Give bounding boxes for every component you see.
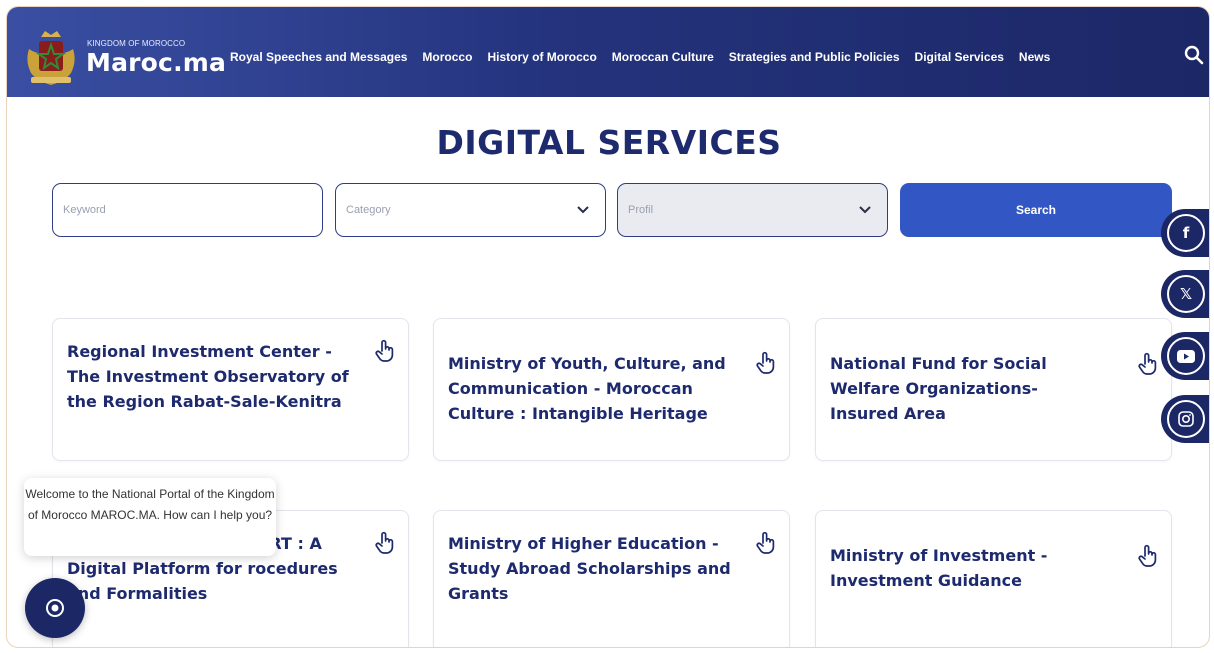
card-title: National Fund for Social Welfare Organiz… <box>830 354 1047 423</box>
youtube-button[interactable] <box>1161 332 1209 380</box>
brand-name[interactable]: Maroc.ma <box>86 48 226 77</box>
main-nav: Royal Speeches and Messages Morocco Hist… <box>230 50 1050 64</box>
coat-of-arms-logo[interactable] <box>21 27 81 89</box>
youtube-icon <box>1167 337 1205 375</box>
service-card[interactable]: Ministry of Higher Education - Study Abr… <box>433 510 790 647</box>
chat-button[interactable] <box>25 578 85 638</box>
chevron-down-icon <box>577 206 589 214</box>
nav-strategies[interactable]: Strategies and Public Policies <box>729 50 900 64</box>
pointer-hand-icon <box>1138 544 1157 567</box>
category-select[interactable]: Category <box>335 183 606 237</box>
nav-history[interactable]: History of Morocco <box>487 50 596 64</box>
instagram-button[interactable] <box>1161 395 1209 443</box>
search-button[interactable]: Search <box>900 183 1172 237</box>
instagram-glyph-icon <box>1178 411 1194 427</box>
card-title: Ministry of Youth, Culture, and Communic… <box>448 354 726 423</box>
facebook-button[interactable]: f <box>1161 209 1209 257</box>
card-title: Ministry of Higher Education - Study Abr… <box>448 534 731 603</box>
nav-culture[interactable]: Moroccan Culture <box>612 50 714 64</box>
nav-royal-speeches[interactable]: Royal Speeches and Messages <box>230 50 407 64</box>
chevron-down-icon <box>859 206 871 214</box>
service-card[interactable]: National Fund for Social Welfare Organiz… <box>815 318 1172 461</box>
instagram-icon <box>1167 400 1205 438</box>
service-card[interactable]: Ministry of Investment - Investment Guid… <box>815 510 1172 647</box>
search-icon[interactable] <box>1184 45 1204 65</box>
pointer-hand-icon <box>756 531 775 554</box>
profil-select[interactable]: Profil <box>617 183 888 237</box>
youtube-play-icon <box>1177 349 1195 363</box>
brand-tagline: KINGDOM OF MOROCCO <box>87 39 186 48</box>
chatbot-icon <box>46 599 64 617</box>
nav-morocco[interactable]: Morocco <box>422 50 472 64</box>
facebook-icon: f <box>1167 214 1205 252</box>
category-label: Category <box>346 204 391 216</box>
card-title: Regional Investment Center - The Investm… <box>67 342 349 411</box>
card-title: Ministry of Investment - Investment Guid… <box>830 546 1048 590</box>
pointer-hand-icon <box>375 339 394 362</box>
pointer-hand-icon <box>756 351 775 374</box>
keyword-input[interactable] <box>63 204 322 216</box>
nav-digital-services[interactable]: Digital Services <box>915 50 1004 64</box>
nav-news[interactable]: News <box>1019 50 1050 64</box>
page-title: DIGITAL SERVICES <box>436 123 782 162</box>
service-card[interactable]: Regional Investment Center - The Investm… <box>52 318 409 461</box>
chat-welcome-bubble: Welcome to the National Portal of the Ki… <box>24 478 276 556</box>
site-header: KINGDOM OF MOROCCO Maroc.ma Royal Speech… <box>7 7 1209 97</box>
pointer-hand-icon <box>375 531 394 554</box>
service-card[interactable]: Ministry of Youth, Culture, and Communic… <box>433 318 790 461</box>
profil-label: Profil <box>628 204 654 216</box>
x-icon: 𝕏 <box>1167 275 1205 313</box>
pointer-hand-icon <box>1138 352 1157 375</box>
x-button[interactable]: 𝕏 <box>1161 270 1209 318</box>
keyword-field[interactable] <box>52 183 323 237</box>
